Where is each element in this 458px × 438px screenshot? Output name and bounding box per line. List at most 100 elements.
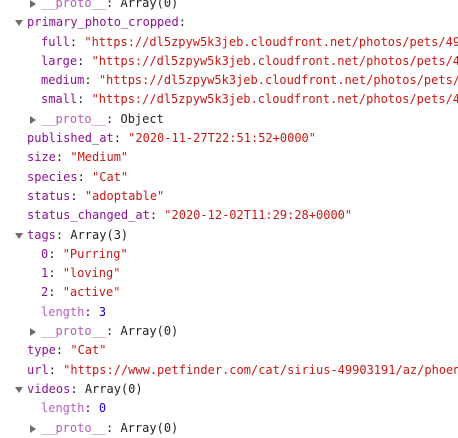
tree-property-row: 2: "active" xyxy=(0,283,458,302)
tree-node-expandable[interactable]: __proto__: Array(0) xyxy=(0,322,458,341)
property-key: status xyxy=(27,188,71,203)
property-text: videos: Array(0) xyxy=(27,380,458,399)
property-value: "adoptable" xyxy=(84,188,165,203)
property-key: primary_photo_cropped xyxy=(27,15,179,30)
property-separator: : xyxy=(70,188,85,203)
property-text: size: "Medium" xyxy=(27,148,458,167)
property-separator: : xyxy=(149,208,165,223)
tree-property-row: large: "https://dl5zpyw5k3jeb.cloudfront… xyxy=(0,52,458,71)
tree-property-row: url: "https://www.petfinder.com/cat/siri… xyxy=(0,361,458,380)
property-key: tags xyxy=(27,227,56,242)
property-key: __proto__ xyxy=(41,324,107,339)
property-key: large xyxy=(41,53,78,68)
property-text: full: "https://dl5zpyw5k3jeb.cloudfront.… xyxy=(41,33,458,52)
property-text: __proto__: Object xyxy=(41,110,458,129)
property-text: type: "Cat" xyxy=(27,341,458,360)
tree-node-expandable[interactable]: __proto__: Array(0) xyxy=(0,0,458,13)
tree-property-row: small: "https://dl5zpyw5k3jeb.cloudfront… xyxy=(0,90,458,109)
property-text: __proto__: Array(0) xyxy=(41,419,458,438)
property-value: "Purring" xyxy=(62,246,128,261)
property-key: __proto__ xyxy=(41,420,107,435)
tree-property-row: size: "Medium" xyxy=(0,148,458,167)
property-text: primary_photo_cropped: xyxy=(27,13,458,32)
object-tree: __proto__: Array(0) primary_photo_cropped… xyxy=(0,0,458,438)
tree-property-row: 1: "loving" xyxy=(0,264,458,283)
expand-triangle-down-icon[interactable] xyxy=(14,380,23,399)
property-text: status_changed_at: "2020-12-02T11:29:28+… xyxy=(27,206,458,225)
expand-triangle-down-icon[interactable] xyxy=(14,13,23,32)
property-separator: : xyxy=(55,227,71,242)
property-separator: : xyxy=(77,92,92,107)
property-text: medium: "https://dl5zpyw5k3jeb.cloudfron… xyxy=(41,71,458,90)
property-separator: : xyxy=(77,169,93,184)
property-separator: : xyxy=(48,246,63,261)
property-text: tags: Array(3) xyxy=(27,226,458,245)
tree-node-expandable[interactable]: tags: Array(3) xyxy=(0,226,458,245)
property-value: "2020-11-27T22:51:52+0000" xyxy=(128,131,316,146)
property-key: __proto__ xyxy=(41,111,107,126)
property-separator: : xyxy=(178,15,186,30)
tree-node-expandable[interactable]: primary_photo_cropped: xyxy=(0,13,458,32)
tree-property-row: medium: "https://dl5zpyw5k3jeb.cloudfron… xyxy=(0,71,458,90)
tree-property-row: species: "Cat" xyxy=(0,168,458,187)
property-text: url: "https://www.petfinder.com/cat/siri… xyxy=(27,361,458,380)
property-separator: : xyxy=(55,343,71,358)
property-value: 3 xyxy=(98,304,107,319)
property-key: length xyxy=(41,304,85,319)
property-separator: : xyxy=(106,324,121,339)
property-separator: : xyxy=(69,34,85,49)
property-separator: : xyxy=(48,266,63,281)
property-text: 1: "loving" xyxy=(41,264,458,283)
tree-property-row: published_at: "2020-11-27T22:51:52+0000" xyxy=(0,129,458,148)
property-text: __proto__: Array(0) xyxy=(41,322,458,341)
property-separator: : xyxy=(106,420,121,435)
expand-triangle-right-icon[interactable] xyxy=(28,322,37,341)
property-value: Array(0) xyxy=(120,420,179,435)
expand-triangle-right-icon[interactable] xyxy=(28,0,37,13)
property-value: Array(0) xyxy=(120,0,179,10)
property-text: length: 3 xyxy=(41,303,458,322)
tree-property-row: length: 3 xyxy=(0,303,458,322)
property-value: "https://dl5zpyw5k3jeb.cloudfront.net/ph… xyxy=(98,73,458,88)
expand-triangle-right-icon[interactable] xyxy=(28,419,37,438)
property-separator: : xyxy=(113,131,129,146)
property-value: Array(3) xyxy=(70,227,129,242)
property-key: status_changed_at xyxy=(27,208,150,223)
property-value: "https://dl5zpyw5k3jeb.cloudfront.net/ph… xyxy=(91,53,458,68)
property-value: "Cat" xyxy=(70,343,107,358)
tree-node-expandable[interactable]: __proto__: Array(0) xyxy=(0,419,458,438)
property-value: Array(0) xyxy=(120,324,179,339)
tree-node-expandable[interactable]: __proto__: Object xyxy=(0,110,458,129)
expand-triangle-down-icon[interactable] xyxy=(14,226,23,245)
property-value: Array(0) xyxy=(84,381,143,396)
property-key: length xyxy=(41,401,85,416)
property-separator: : xyxy=(106,0,121,10)
property-text: published_at: "2020-11-27T22:51:52+0000" xyxy=(27,129,458,148)
property-separator: : xyxy=(84,401,99,416)
property-value: "loving" xyxy=(62,266,121,281)
property-separator: : xyxy=(84,304,99,319)
property-value: "Cat" xyxy=(92,169,129,184)
property-separator: : xyxy=(84,73,99,88)
expand-triangle-right-icon[interactable] xyxy=(28,110,37,129)
property-text: status: "adoptable" xyxy=(27,187,458,206)
property-key: published_at xyxy=(27,131,114,146)
property-key: type xyxy=(27,343,56,358)
property-value: "2020-12-02T11:29:28+0000" xyxy=(164,208,353,223)
tree-property-row: type: "Cat" xyxy=(0,341,458,360)
tree-node-expandable[interactable]: videos: Array(0) xyxy=(0,380,458,399)
property-text: length: 0 xyxy=(41,399,458,418)
property-separator: : xyxy=(55,150,71,165)
tree-property-row: status: "adoptable" xyxy=(0,187,458,206)
property-text: __proto__: Array(0) xyxy=(41,0,458,13)
property-key: __proto__ xyxy=(41,0,107,10)
property-key: small xyxy=(41,92,78,107)
tree-property-row: full: "https://dl5zpyw5k3jeb.cloudfront.… xyxy=(0,33,458,52)
property-text: 0: "Purring" xyxy=(41,245,458,264)
property-text: 2: "active" xyxy=(41,283,458,302)
property-key: species xyxy=(27,169,78,184)
property-value: "https://dl5zpyw5k3jeb.cloudfront.net/ph… xyxy=(84,34,458,49)
property-separator: : xyxy=(48,285,63,300)
property-key: url xyxy=(27,362,49,377)
tree-property-row: 0: "Purring" xyxy=(0,245,458,264)
